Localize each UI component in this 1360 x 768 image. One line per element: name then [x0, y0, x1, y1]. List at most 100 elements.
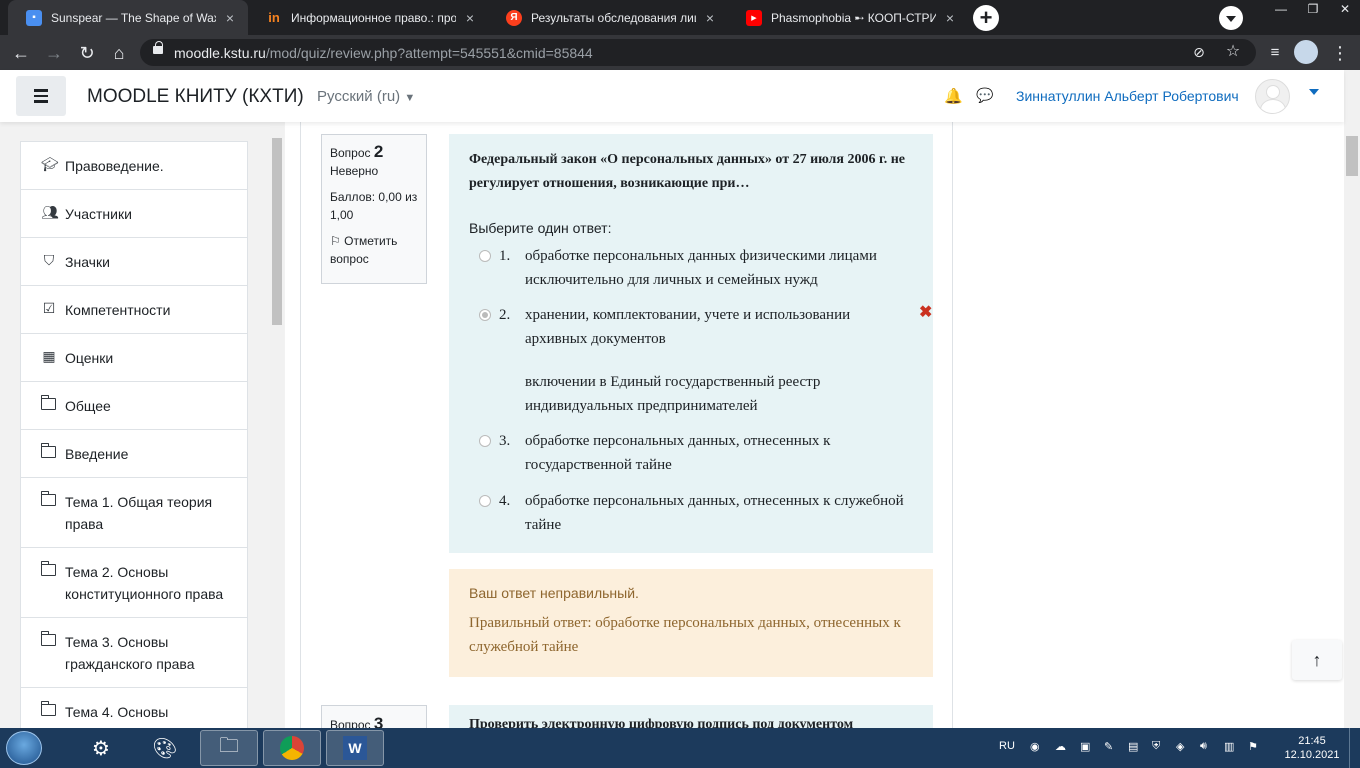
- feedback-verdict: Ваш ответ неправильный.: [469, 585, 639, 601]
- language-indicator[interactable]: RU: [999, 740, 1015, 752]
- nav-item-intro[interactable]: Введение: [21, 430, 247, 478]
- nav-item-competencies[interactable]: ☑ Компетентности: [21, 286, 247, 334]
- browser-tab-youtube[interactable]: ▶ Phasmophobia ➸ КООП-СТРИМ ×: [728, 0, 968, 35]
- correct-answer: Правильный ответ: обработке персональных…: [469, 615, 901, 655]
- chrome-icon[interactable]: [263, 730, 321, 766]
- nav-item-topic-1[interactable]: Тема 1. Общая теория права: [21, 478, 247, 548]
- word-icon[interactable]: W: [326, 730, 384, 766]
- tray-icon-display[interactable]: ▣: [1080, 740, 1090, 753]
- windows-taskbar: ⚙ 🎨︎ 🗀 W RU ◉ ☁ ▣ ✎ ▤ ⛨ ◈ 🔊︎ ▥ ⚑ 21:45 1…: [0, 728, 1360, 768]
- nav-item-topic-3[interactable]: Тема 3. Основы гражданского права: [21, 618, 247, 688]
- checkbox-icon: ☑: [42, 300, 56, 316]
- close-icon[interactable]: ×: [942, 10, 958, 26]
- volume-icon[interactable]: 🔊︎: [1200, 740, 1207, 753]
- page-scrollbar[interactable]: [1344, 70, 1360, 728]
- home-icon[interactable]: ⌂: [106, 40, 132, 66]
- chat-bubble-icon[interactable]: 💬: [976, 87, 993, 104]
- drawer-toggle-button[interactable]: [16, 76, 66, 116]
- folder-icon: [40, 631, 56, 646]
- arrow-up-icon: ↑: [1312, 650, 1322, 670]
- nav-item-course[interactable]: 🎓︎ Правоведение.: [21, 142, 247, 190]
- back-arrow-icon[interactable]: ←: [8, 40, 34, 66]
- explorer-icon[interactable]: 🗀: [200, 730, 258, 766]
- tray-icon-shield[interactable]: ⛨: [1152, 740, 1160, 753]
- browser-tab-sunspear[interactable]: ▪ Sunspear — The Shape of Wax ×: [8, 0, 248, 35]
- show-desktop-button[interactable]: [1349, 728, 1360, 768]
- radio-button[interactable]: [479, 495, 491, 507]
- yandex-icon: Я: [506, 9, 522, 26]
- tray-icon-nvidia[interactable]: ◈: [1176, 740, 1184, 753]
- answer-feedback: Ваш ответ неправильный. Правильный ответ…: [449, 569, 933, 677]
- address-bar[interactable]: moodle.kstu.ru/mod/quiz/review.php?attem…: [140, 39, 1256, 66]
- tray-icon-app[interactable]: ▤: [1128, 740, 1138, 753]
- eye-slash-icon[interactable]: ⊘: [1186, 39, 1212, 65]
- close-icon[interactable]: ×: [222, 10, 238, 26]
- folder-icon: [40, 491, 56, 506]
- caret-down-icon: ▼: [404, 92, 416, 104]
- radio-button[interactable]: [479, 250, 491, 262]
- system-clock[interactable]: 21:45 12.10.2021: [1280, 734, 1344, 762]
- course-nav-list: 🎓︎ Правоведение. 👥︎ Участники ⛉ Значки ☑ Ком…: [20, 141, 248, 728]
- tray-icon-avast[interactable]: ◉: [1030, 740, 1040, 753]
- chat-icon: ▪: [26, 9, 42, 26]
- media-control-icon[interactable]: ≡: [1262, 40, 1288, 66]
- browser-tab-yandex[interactable]: Я Результаты обследования лица ×: [488, 0, 728, 35]
- back-to-top-button[interactable]: ↑: [1292, 640, 1342, 680]
- flag-question-link[interactable]: ⚐ Отметить вопрос: [330, 232, 418, 268]
- profile-avatar[interactable]: [1294, 40, 1318, 64]
- nav-drawer: 🎓︎ Правоведение. 👥︎ Участники ⛉ Значки ☑ Ком…: [0, 122, 285, 728]
- question-text: Федеральный закон «О персональных данных…: [469, 152, 906, 191]
- new-tab-button[interactable]: +: [973, 5, 999, 31]
- nav-item-general[interactable]: Общее: [21, 382, 247, 430]
- close-icon[interactable]: ×: [702, 10, 718, 26]
- site-logo-icon: in: [268, 10, 280, 25]
- drawer-scrollbar[interactable]: [270, 122, 284, 728]
- nav-item-topic-4[interactable]: Тема 4. Основы: [21, 688, 247, 728]
- tab-search-icon[interactable]: [1219, 6, 1243, 30]
- folder-icon: [40, 701, 56, 716]
- minimize-window-button[interactable]: —: [1265, 0, 1297, 20]
- steam-icon[interactable]: ⚙: [72, 730, 130, 766]
- restore-window-button[interactable]: ❐: [1297, 0, 1329, 20]
- table-icon: ▦: [42, 348, 56, 364]
- tray-icon-tools[interactable]: ✎: [1104, 740, 1113, 753]
- browser-toolbar: ← → ↻ ⌂ moodle.kstu.ru/mod/quiz/review.p…: [0, 35, 1360, 70]
- menu-kebab-icon[interactable]: ⋮: [1327, 40, 1353, 66]
- user-menu-caret-icon[interactable]: [1309, 89, 1319, 95]
- incorrect-cross-icon: ✖: [919, 304, 933, 321]
- user-avatar[interactable]: [1255, 79, 1290, 114]
- paint-icon[interactable]: 🎨︎: [136, 730, 194, 766]
- language-menu[interactable]: Русский (ru) ▼: [317, 88, 415, 105]
- nav-item-topic-2[interactable]: Тема 2. Основы конституционного права: [21, 548, 247, 618]
- folder-icon: [40, 561, 56, 576]
- forward-arrow-icon[interactable]: →: [41, 40, 67, 66]
- star-icon[interactable]: ☆: [1220, 39, 1246, 65]
- page-scrollbar-thumb[interactable]: [1346, 136, 1358, 176]
- site-brand[interactable]: MOODLE КНИТУ (КХТИ): [87, 86, 304, 108]
- nav-item-grades[interactable]: ▦ Оценки: [21, 334, 247, 382]
- tray-icon-cloud[interactable]: ☁: [1055, 740, 1066, 753]
- next-question-info-box: Вопрос 3: [321, 705, 427, 728]
- start-button[interactable]: [6, 731, 42, 765]
- drawer-scrollbar-thumb[interactable]: [272, 138, 282, 325]
- radio-button-selected[interactable]: [479, 309, 491, 321]
- close-window-button[interactable]: ✕: [1329, 0, 1360, 20]
- quiz-review-region: Вопрос 2 Неверно Баллов: 0,00 из 1,00 ⚐ …: [300, 122, 953, 728]
- reload-icon[interactable]: ↻: [74, 40, 100, 66]
- nav-item-badges[interactable]: ⛉ Значки: [21, 238, 247, 286]
- language-label: Русский (ru): [317, 88, 401, 105]
- user-name[interactable]: Зиннатуллин Альберт Робертович: [1016, 88, 1239, 104]
- close-icon[interactable]: ×: [462, 10, 478, 26]
- folder-icon: [40, 443, 56, 458]
- radio-button[interactable]: [479, 435, 491, 447]
- nav-item-participants[interactable]: 👥︎ Участники: [21, 190, 247, 238]
- action-center-icon[interactable]: ⚑: [1248, 740, 1258, 753]
- url-host: moodle.kstu.ru: [174, 45, 266, 61]
- users-icon: 👥︎: [41, 204, 59, 220]
- question-content: Федеральный закон «О персональных данных…: [449, 134, 933, 553]
- youtube-icon: ▶: [746, 9, 762, 26]
- browser-tab-info-law[interactable]: in Информационное право.: прос ×: [248, 0, 488, 35]
- network-icon[interactable]: ▥: [1224, 740, 1234, 753]
- bell-icon[interactable]: 🔔: [944, 87, 963, 105]
- question-grade: Баллов: 0,00 из 1,00: [330, 190, 418, 222]
